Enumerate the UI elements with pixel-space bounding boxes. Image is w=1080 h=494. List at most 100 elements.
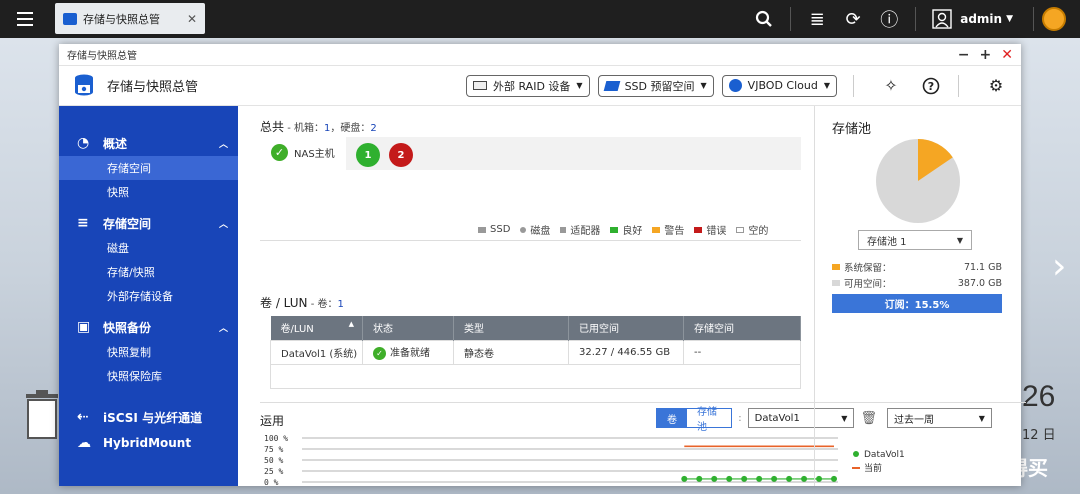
main-content: 总共 - 机箱：1，硬盘：2 ✓ NAS主机 1 2 SSD 磁盘 适配器 良好… <box>238 106 1026 486</box>
sidebar-group-storage[interactable]: ≡ 存储空间 ︿ <box>59 210 238 236</box>
dashboard-gauge-icon[interactable] <box>1042 7 1066 31</box>
close-icon[interactable]: ✕ <box>1001 47 1013 63</box>
sidebar-group-snapshot-backup[interactable]: ▣ 快照备份 ︿ <box>59 314 238 340</box>
data-point <box>786 475 793 482</box>
user-icon[interactable] <box>924 0 960 38</box>
sidebar-group-overview[interactable]: ◔ 概述 ︿ <box>59 130 238 156</box>
hybridmount-icon: ☁ <box>77 435 91 451</box>
chevron-down-icon: ▼ <box>576 81 583 90</box>
chassis-label: - 机箱： <box>284 123 324 134</box>
available-label: 可用空间： <box>844 279 892 290</box>
disk-bay-area <box>346 137 801 170</box>
gear-icon[interactable]: ⚙ <box>985 75 1007 97</box>
cell-pool: -- <box>683 339 801 365</box>
stack-icon[interactable]: ≣ <box>799 0 835 38</box>
ssd-icon <box>603 80 620 91</box>
cell-used: 32.27 / 446.55 GB <box>568 339 684 365</box>
sidebar-item-iscsi[interactable]: ⇠ iSCSI 与光纤通道 <box>59 404 238 430</box>
tab-title: 存储与快照总管 <box>83 12 160 26</box>
taskbar-tab-storage[interactable]: 存储与快照总管 ✕ <box>55 3 205 34</box>
disk-label: ，硬盘： <box>330 123 371 134</box>
sync-icon[interactable]: ⟳ <box>835 0 871 38</box>
window-titlebar[interactable]: 存储与快照总管 − + ✕ <box>59 44 1021 66</box>
sort-up-icon: ▲ <box>348 320 354 329</box>
storage-app-icon <box>63 12 77 25</box>
sidebar-group-label: 概述 <box>103 136 128 151</box>
tab-pool[interactable]: 存储池 <box>687 407 732 433</box>
legend-swatch <box>560 226 567 233</box>
volume-select-value: DataVol1 <box>754 412 800 424</box>
iscsi-icon: ⇠ <box>77 409 89 425</box>
table-row[interactable]: DataVol1 (系统) ✓ 准备就绪 静态卷 32.27 / 446.55 G… <box>270 339 801 365</box>
disk-slot-1[interactable]: 1 <box>356 143 380 167</box>
storage-app-logo <box>75 74 93 95</box>
raid-label: 外部 RAID 设备 <box>492 79 571 93</box>
chevron-up-icon: ︿ <box>218 219 228 230</box>
pool-panel-title: 存储池 <box>832 122 872 137</box>
trash-icon[interactable] <box>22 388 62 443</box>
usage-mode-toggle: 卷 存储池 <box>656 407 733 433</box>
sidebar: ◔ 概述 ︿ 存储空间 快照 ≡ 存储空间 ︿ 磁盘 存储/快照 外部存储设备 … <box>59 106 238 486</box>
sidebar-item-storage-space[interactable]: 存储空间 <box>59 156 238 180</box>
storage-window: 存储与快照总管 − + ✕ 存储与快照总管 外部 RAID 设备 ▼ SSD 预… <box>59 44 1026 486</box>
column-header-used[interactable]: 已用空间 <box>568 316 684 340</box>
y-tick-label: 100 % <box>264 434 288 443</box>
vjbod-label: VJBOD Cloud <box>747 79 818 92</box>
data-point <box>681 475 688 482</box>
volume-table: 卷/LUN ▲ 状态 类型 已用空间 存储空间 DataVol1 (系统) ✓ 准备… <box>270 316 801 389</box>
chevron-up-icon: ︿ <box>218 323 228 334</box>
legend-swatch <box>694 226 703 233</box>
column-header-pool[interactable]: 存储空间 <box>683 316 801 340</box>
sidebar-item-disks[interactable]: 磁盘 <box>59 236 238 260</box>
cell-status: ✓ 准备就绪 <box>362 339 454 365</box>
search-icon[interactable] <box>746 0 782 38</box>
sidebar-item-snapshot-vault[interactable]: 快照保险库 <box>59 364 238 388</box>
sidebar-item-snapshot-replica[interactable]: 快照复制 <box>59 340 238 364</box>
data-point <box>756 475 763 482</box>
disk-slot-2[interactable]: 2 <box>389 143 413 167</box>
diagnostics-icon[interactable]: ✧ <box>880 75 902 97</box>
pool-select[interactable]: 存储池 1 ▼ <box>858 230 972 250</box>
data-point <box>711 475 718 482</box>
external-raid-button[interactable]: 外部 RAID 设备 ▼ <box>465 74 590 97</box>
minimize-icon[interactable]: − <box>958 47 970 63</box>
tab-volume[interactable]: 卷 <box>657 409 687 427</box>
legend-swatch <box>652 226 661 233</box>
available-row: 可用空间： 387.0 GB <box>832 276 1002 290</box>
dashboard-icon: ◔ <box>77 135 90 151</box>
legend-swatch <box>520 226 527 233</box>
column-header-label: 卷/LUN <box>280 324 314 336</box>
sidebar-item-hybridmount[interactable]: ☁ HybridMount <box>59 430 238 456</box>
vjbod-cloud-button[interactable]: VJBOD Cloud ▼ <box>721 74 837 97</box>
window-title: 存储与快照总管 <box>67 51 137 62</box>
disk-legend: SSD 磁盘 适配器 良好 警告 错误 空的 <box>478 222 768 237</box>
ssd-overprovision-button[interactable]: SSD 预留空间 ▼ <box>597 74 714 97</box>
sidebar-item-storage-snapshot[interactable]: 存储/快照 <box>59 260 238 284</box>
data-point <box>696 475 703 482</box>
column-header-type[interactable]: 类型 <box>453 316 569 340</box>
info-icon[interactable]: ⓘ <box>871 0 907 38</box>
close-icon[interactable]: ✕ <box>187 12 197 26</box>
y-tick-label: 0 % <box>264 478 279 486</box>
legend-label: 错误 <box>706 226 727 237</box>
total-summary: 总共 - 机箱：1，硬盘：2 <box>260 118 377 135</box>
legend-label: 适配器 <box>570 226 601 237</box>
main-menu-button[interactable] <box>0 0 50 38</box>
sidebar-item-external-storage[interactable]: 外部存储设备 <box>59 284 238 308</box>
sidebar-item-snapshot[interactable]: 快照 <box>59 180 238 204</box>
maximize-icon[interactable]: + <box>980 47 992 63</box>
check-icon: ✓ <box>271 144 288 161</box>
chevron-down-icon: ▼ <box>1006 14 1013 24</box>
desktop-date: 12 日 <box>1022 428 1056 443</box>
available-value: 387.0 GB <box>957 277 1002 289</box>
nas-host[interactable]: ✓ NAS主机 <box>271 144 335 161</box>
legend-label: 空的 <box>748 226 769 237</box>
column-header-status[interactable]: 状态 <box>362 316 454 340</box>
chevron-right-icon[interactable]: › <box>1052 246 1066 287</box>
check-icon: ✓ <box>373 346 386 360</box>
help-icon[interactable]: ? <box>920 75 942 97</box>
username: admin <box>960 12 1003 26</box>
column-header-volume[interactable]: 卷/LUN ▲ <box>270 316 363 340</box>
app-title: 存储与快照总管 <box>107 80 199 95</box>
user-menu[interactable]: admin ▼ <box>960 12 1013 26</box>
